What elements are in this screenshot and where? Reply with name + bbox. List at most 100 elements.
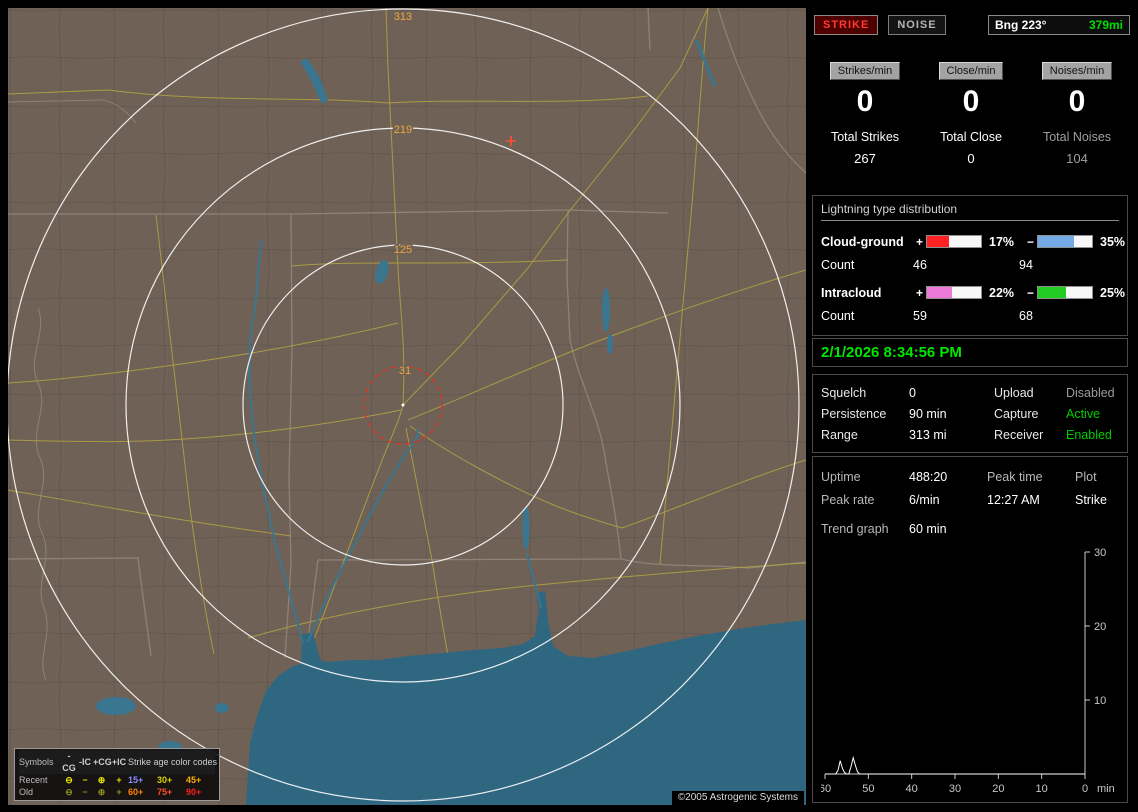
ring-label-31: 31 (399, 365, 411, 377)
squelch-value: 0 (909, 385, 916, 400)
minus-sign: − (1026, 234, 1034, 249)
ring-label-219: 219 (394, 124, 412, 136)
noises-per-min-button[interactable]: Noises/min (1041, 62, 1113, 80)
lightning-distribution-panel: Lightning type distribution Cloud-ground… (812, 195, 1128, 336)
svg-text:30: 30 (949, 783, 961, 795)
svg-text:0: 0 (1082, 783, 1088, 795)
neg-cg-recent-icon: ⊖ (65, 775, 73, 785)
strike-mode-button[interactable]: STRIKE (814, 15, 879, 35)
rate-counters: Strikes/min 0 Total Strikes 267 Close/mi… (812, 62, 1130, 166)
legend-old-label: Old (19, 787, 34, 797)
legend-row-old: Old ⊖ − ⊕ + 60+ 75+ 90+ (19, 786, 215, 798)
minus-percent-bar (1037, 235, 1093, 248)
legend-col-pos-cg: +CG (93, 757, 112, 767)
plus-percent: 17% (989, 234, 1015, 249)
age-90: 90+ (186, 787, 202, 797)
plus-percent: 22% (989, 285, 1015, 300)
peak-time-value: 12:27 AM (987, 492, 1040, 507)
range-label: Range (821, 427, 858, 442)
legend-col-neg-cg: -CG (62, 751, 76, 773)
copyright-text: ©2005 Astrogenic Systems (671, 791, 804, 805)
legend-col-pos-ic: +IC (111, 757, 127, 767)
strikes-per-min-button[interactable]: Strikes/min (829, 62, 901, 80)
total-strikes-label: Total Strikes (830, 130, 900, 144)
plus-percent-bar (926, 286, 982, 299)
legend-col-neg-ic: -IC (79, 757, 91, 767)
map-canvas[interactable]: 313 219 125 31 (8, 8, 806, 805)
uptime-label: Uptime (821, 469, 861, 484)
age-60: 60+ (128, 787, 144, 797)
plus-sign: + (915, 285, 923, 300)
neg-cg-old-icon: ⊖ (65, 787, 73, 797)
minus-count: 94 (1019, 257, 1033, 272)
noise-mode-button[interactable]: NOISE (888, 15, 946, 35)
legend-row-recent: Recent ⊖ − ⊕ + 15+ 30+ 45+ (19, 774, 215, 786)
svg-text:60: 60 (821, 783, 831, 795)
minus-count: 68 (1019, 308, 1033, 323)
capture-status: Active (1066, 406, 1101, 421)
settings-panel: Squelch 0 Upload Disabled Persistence 90… (812, 374, 1128, 453)
plus-count: 59 (913, 308, 927, 323)
count-row-cloud-ground: Count 46 94 (821, 253, 1119, 276)
squelch-label: Squelch (821, 385, 867, 400)
plus-sign: + (915, 234, 923, 249)
total-close-value: 0 (967, 151, 975, 166)
ring-label-125: 125 (394, 244, 412, 256)
receiver-label: Receiver (994, 427, 1044, 442)
datetime-panel: 2/1/2026 8:34:56 PM (812, 338, 1128, 367)
map-panel[interactable]: 313 219 125 31 Symbols -CG -IC +CG +IC S… (8, 8, 806, 805)
distribution-row-cloud-ground: Cloud-ground + 17% − 35% (821, 230, 1125, 253)
bearing-readout: Bng 223° 379mi (988, 15, 1130, 35)
peak-rate-label: Peak rate (821, 492, 875, 507)
distribution-title: Lightning type distribution (821, 202, 1119, 221)
legend-recent-label: Recent (19, 775, 48, 785)
peak-rate-value: 6/min (909, 492, 940, 507)
bearing-distance: 379mi (1088, 18, 1123, 32)
close-per-min-value: 0 (962, 85, 980, 118)
trend-graph-label: Trend graph (821, 521, 889, 536)
total-strikes-value: 267 (854, 151, 876, 166)
close-per-min-button[interactable]: Close/min (938, 62, 1004, 80)
legend-age-title: Strike age color codes (128, 757, 218, 767)
receiver-location-icon (401, 403, 405, 407)
age-45: 45+ (186, 775, 202, 785)
persistence-label: Persistence (821, 406, 887, 421)
range-value: 313 mi (909, 427, 947, 442)
minus-percent-bar (1037, 286, 1093, 299)
type-label: Intracloud (821, 285, 882, 300)
plot-value: Strike (1075, 492, 1107, 507)
svg-text:50: 50 (862, 783, 874, 795)
svg-text:40: 40 (906, 783, 918, 795)
age-15: 15+ (128, 775, 144, 785)
svg-text:20: 20 (992, 783, 1004, 795)
datetime-text: 2/1/2026 8:34:56 PM (821, 344, 962, 361)
counter-close: Close/min 0 Total Close 0 (918, 62, 1024, 166)
persistence-value: 90 min (909, 406, 947, 421)
total-noises-value: 104 (1066, 151, 1088, 166)
svg-text:30: 30 (1094, 547, 1106, 559)
neg-ic-old-icon: − (82, 787, 88, 797)
minus-percent: 35% (1100, 234, 1126, 249)
legend-symbols-title: Symbols (19, 757, 54, 767)
uptime-value: 488:20 (909, 469, 948, 484)
plus-count: 46 (913, 257, 927, 272)
trend-graph-value: 60 min (909, 521, 947, 536)
sidebar: STRIKE NOISE Bng 223° 379mi Strikes/min … (812, 8, 1130, 805)
svg-text:min: min (1097, 783, 1115, 795)
peak-time-label: Peak time (987, 469, 1043, 484)
counter-strikes: Strikes/min 0 Total Strikes 267 (812, 62, 918, 166)
upload-status: Disabled (1066, 385, 1115, 400)
mode-header: STRIKE NOISE Bng 223° 379mi (814, 14, 1130, 36)
bearing-label: Bng 223° (995, 18, 1047, 32)
capture-label: Capture (994, 406, 1039, 421)
count-label: Count (821, 257, 855, 272)
plot-label: Plot (1075, 469, 1097, 484)
total-noises-label: Total Noises (1042, 130, 1112, 144)
ring-label-313: 313 (394, 11, 412, 23)
trend-graph: 30 20 10 60 50 40 30 20 10 0 min (819, 542, 1119, 807)
strikes-per-min-value: 0 (856, 85, 874, 118)
age-30: 30+ (157, 775, 173, 785)
type-label: Cloud-ground (821, 234, 904, 249)
receiver-status: Enabled (1066, 427, 1112, 442)
pos-cg-old-icon: ⊕ (97, 787, 106, 797)
